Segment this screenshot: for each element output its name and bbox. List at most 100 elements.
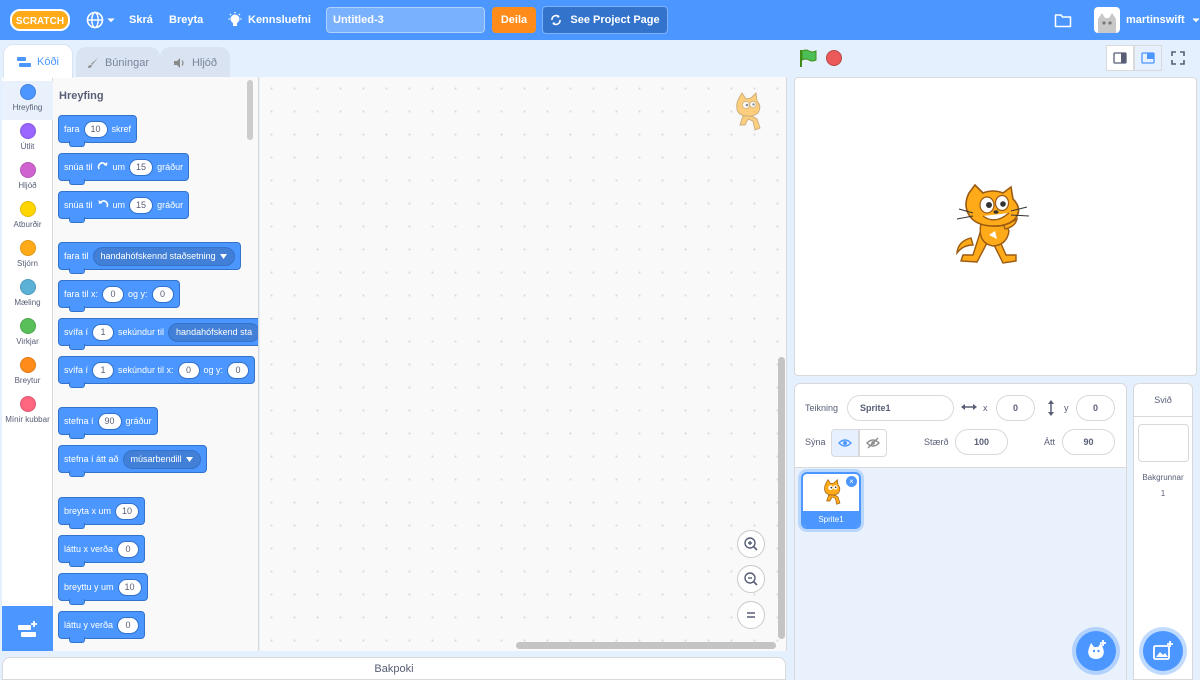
sprite-tile[interactable]: × Sprite1 [801,472,861,529]
project-title-input[interactable] [326,7,485,33]
block-dropdown[interactable]: handahófskennd staðsetning [92,246,235,266]
block-turn-right[interactable]: snúa til um 15 gráður [58,153,190,185]
block-point-direction[interactable]: stefna í 90 gráður [58,407,158,439]
block-turn-left[interactable]: snúa til um 15 gráður [58,191,190,223]
block-number-input[interactable]: 0 [102,285,125,303]
operators-dot-icon [19,318,36,334]
delete-sprite-icon[interactable]: × [846,476,857,487]
block-number-input[interactable]: 10 [83,120,108,138]
file-menu[interactable]: Skrá [129,0,153,40]
see-project-page-button[interactable]: See Project Page [542,6,668,34]
block-go-to[interactable]: fara til handahófskennd staðsetning [58,242,241,274]
tab-code[interactable]: Kóði [3,44,73,78]
category-events[interactable]: Atburðir [2,198,53,237]
choose-backdrop-button[interactable] [1143,631,1183,671]
speaker-icon [173,57,184,68]
small-stage-icon [1113,52,1127,64]
add-sprite-icon [1088,640,1106,659]
script-workspace[interactable] [260,77,787,651]
category-motion[interactable]: Hreyfing [2,81,53,120]
block-number-input[interactable]: 15 [129,196,154,214]
my-stuff-button[interactable] [1054,0,1072,40]
stop-button[interactable] [826,50,842,66]
scratch-logo[interactable]: SCRATCH [10,8,70,32]
fullscreen-button[interactable] [1164,45,1192,71]
backpack-header[interactable]: Bakpoki [2,657,786,680]
block-number-input[interactable]: 0 [177,361,200,379]
block-number-input[interactable]: 0 [117,616,140,634]
category-label: Hljóð [18,181,37,190]
block-number-input[interactable]: 90 [97,412,122,430]
normal-stage-button[interactable] [1134,45,1162,71]
size-input[interactable]: 100 [955,429,1008,455]
normal-stage-icon [1141,52,1155,64]
category-sensing[interactable]: Mæling [2,276,53,315]
block-number-input[interactable]: 1 [92,323,115,341]
hide-sprite-button[interactable] [859,429,887,457]
zoom-out-button[interactable] [737,565,765,593]
block-number-input[interactable]: 10 [117,578,142,596]
language-menu[interactable] [86,0,116,40]
choose-sprite-button[interactable] [1076,631,1116,671]
block-dropdown[interactable]: músarbendill [122,449,201,469]
category-looks[interactable]: Útlit [2,120,53,159]
block-number-input[interactable]: 1 [92,361,115,379]
refresh-icon [551,14,562,26]
block-number-input[interactable]: 10 [115,502,140,520]
x-input[interactable]: 0 [996,395,1035,421]
tab-sounds-label: Hljóð [191,56,218,69]
workspace-vertical-scrollbar[interactable] [778,357,785,639]
y-input[interactable]: 0 [1076,395,1115,421]
show-sprite-button[interactable] [831,429,859,457]
category-sound[interactable]: Hljóð [2,159,53,198]
show-label: Sýna [805,437,826,447]
block-dropdown[interactable]: handahófskend sta [168,322,258,342]
looks-dot-icon [19,123,36,139]
block-text: svífa í [64,327,89,337]
dropdown-value: músarbendill [130,454,182,464]
sprite-name-input[interactable]: Sprite1 [847,395,954,421]
block-number-input[interactable]: 0 [117,540,140,558]
block-text: láttu y verða [64,620,114,630]
tutorials-button[interactable]: Kennsluefni [228,0,311,40]
block-go-to-xy[interactable]: fara til x: 0 og y: 0 [58,280,180,312]
block-number-input[interactable]: 15 [129,158,154,176]
block-glide-xy[interactable]: svífa í 1 sekúndur til x: 0 og y: 0 [58,356,256,388]
block-change-x[interactable]: breyta x um 10 [58,497,146,529]
block-move-steps[interactable]: fara 10 skref [58,115,138,147]
block-text: láttu x verða [64,544,114,554]
zoom-in-button[interactable] [737,530,765,558]
block-set-y[interactable]: láttu y verða 0 [58,611,146,643]
sprite-cat-icon[interactable] [953,183,1035,271]
caret-down-icon [219,253,227,259]
category-my-blocks[interactable]: Mínir kubbar [2,393,53,432]
block-text: um [112,200,126,210]
category-label: Hreyfing [12,103,43,112]
block-point-towards[interactable]: stefna í átt að músarbendill [58,445,207,477]
block-palette: Hreyfing fara 10 skref snúa til um 15 gr… [53,77,259,651]
block-glide-to[interactable]: svífa í 1 sekúndur til handahófskend sta [58,318,258,350]
block-set-x[interactable]: láttu x verða 0 [58,535,146,567]
category-label: Mæling [14,298,41,307]
block-text: svífa í [64,365,89,375]
block-number-input[interactable]: 0 [151,285,174,303]
block-text: gráður [157,162,184,172]
green-flag-icon[interactable] [798,48,818,68]
account-menu[interactable]: martinswift [1094,0,1200,40]
small-stage-button[interactable] [1106,45,1134,71]
category-variables[interactable]: Breytur [2,354,53,393]
tab-sounds[interactable]: Hljóð [160,47,230,77]
block-change-y[interactable]: breyttu y um 10 [58,573,148,605]
block-number-input[interactable]: 0 [227,361,250,379]
workspace-horizontal-scrollbar[interactable] [516,642,776,649]
category-control[interactable]: Stjórn [2,237,53,276]
edit-menu[interactable]: Breyta [169,0,203,40]
direction-input[interactable]: 90 [1062,429,1115,455]
add-extension-button[interactable] [2,606,53,651]
chevron-down-icon [107,18,115,23]
category-operators[interactable]: Virkjar [2,315,53,354]
share-button[interactable]: Deila [492,7,536,33]
tab-costumes[interactable]: Búningar [76,47,160,77]
zoom-reset-button[interactable] [737,601,765,629]
palette-scrollbar[interactable] [247,80,253,140]
